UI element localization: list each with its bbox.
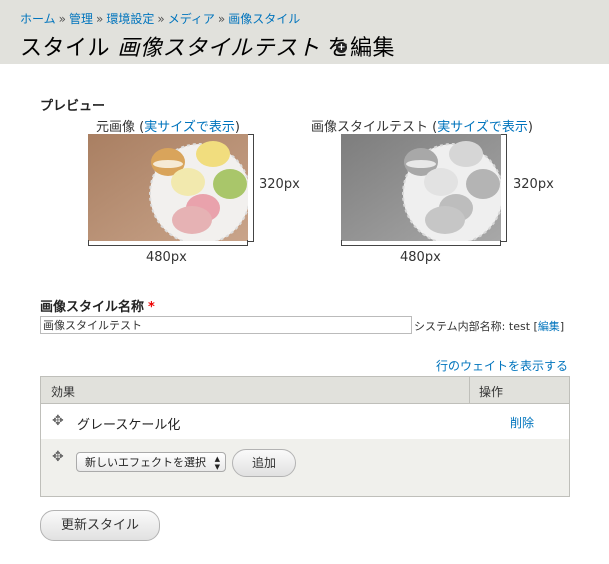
- breadcrumb-separator: »: [157, 12, 165, 26]
- breadcrumb-home[interactable]: ホーム: [20, 12, 56, 26]
- machine-name-label: システム内部名称:: [414, 320, 506, 333]
- machine-name: システム内部名称: test [編集]: [414, 320, 565, 333]
- original-width-marker: [88, 240, 248, 246]
- original-caption: 元画像 (実サイズで表示): [96, 120, 240, 135]
- original-image: [88, 134, 248, 241]
- new-effect-select-value: 新しいエフェクトを選択: [85, 456, 206, 469]
- delete-effect-link[interactable]: 削除: [510, 414, 534, 431]
- up-down-arrows-icon: ▲ ▼: [214, 455, 220, 471]
- original-height-label: 320px: [259, 177, 300, 192]
- derived-width-marker: [341, 240, 501, 246]
- page-header: ホーム» 管理» 環境設定» メディア» 画像スタイル スタイル 画像スタイルテスト を…: [0, 0, 609, 64]
- table-row: ✥ グレースケール化 削除: [41, 404, 569, 439]
- machine-name-value: test: [508, 320, 531, 333]
- style-name-input[interactable]: [40, 316, 412, 334]
- effects-table-header: 効果 操作: [41, 377, 569, 404]
- move-arrows-icon[interactable]: ✥: [52, 413, 64, 429]
- machine-name-edit-link[interactable]: 編集: [538, 320, 560, 333]
- breadcrumb-config[interactable]: 環境設定: [106, 12, 154, 26]
- breadcrumb: ホーム» 管理» 環境設定» メディア» 画像スタイル: [20, 10, 300, 27]
- update-style-button[interactable]: 更新スタイル: [40, 510, 160, 541]
- original-width-label: 480px: [146, 250, 187, 265]
- derived-width-label: 480px: [400, 250, 441, 265]
- derived-image: [341, 134, 501, 241]
- breadcrumb-media[interactable]: メディア: [168, 12, 215, 26]
- effects-table: 効果 操作 ✥ グレースケール化 削除 ✥ 新しいエフェクトを選択 ▲ ▼ 追加: [40, 376, 570, 497]
- breadcrumb-separator: »: [58, 12, 66, 26]
- breadcrumb-separator: »: [217, 12, 226, 26]
- original-view-actual-size-link[interactable]: 実サイズで表示: [144, 120, 235, 135]
- derived-caption: 画像スタイルテスト (実サイズで表示): [311, 120, 533, 135]
- style-name-label-text: 画像スタイル名称: [40, 300, 145, 315]
- original-height-marker: [248, 134, 254, 242]
- style-name-label: 画像スタイル名称 *: [40, 296, 155, 315]
- breadcrumb-admin[interactable]: 管理: [69, 12, 93, 26]
- plus-circle-icon[interactable]: +: [336, 42, 347, 53]
- move-arrows-icon: ✥: [52, 449, 64, 465]
- required-mark: *: [148, 300, 155, 315]
- original-caption-text: 元画像: [96, 120, 136, 135]
- effect-name: グレースケール化: [77, 418, 181, 433]
- breadcrumb-separator: »: [96, 12, 104, 26]
- add-effect-button[interactable]: 追加: [232, 449, 296, 477]
- title-style-name: 画像スタイルテスト: [117, 36, 321, 61]
- macaron-photo-grayscale: [341, 134, 501, 241]
- derived-view-actual-size-link[interactable]: 実サイズで表示: [437, 120, 528, 135]
- header-divider: [469, 377, 470, 403]
- preview-label: プレビュー: [40, 99, 106, 114]
- header-operations: 操作: [479, 385, 504, 399]
- breadcrumb-image-styles[interactable]: 画像スタイル: [228, 12, 300, 26]
- derived-height-label: 320px: [513, 177, 554, 192]
- derived-caption-text: 画像スタイルテスト: [311, 120, 429, 135]
- derived-height-marker: [501, 134, 507, 242]
- title-prefix: スタイル: [20, 36, 111, 61]
- show-row-weights-link[interactable]: 行のウェイトを表示する: [436, 357, 568, 374]
- new-effect-select[interactable]: 新しいエフェクトを選択 ▲ ▼: [76, 452, 226, 472]
- header-effect: 効果: [51, 385, 76, 399]
- macaron-photo-color: [88, 134, 248, 241]
